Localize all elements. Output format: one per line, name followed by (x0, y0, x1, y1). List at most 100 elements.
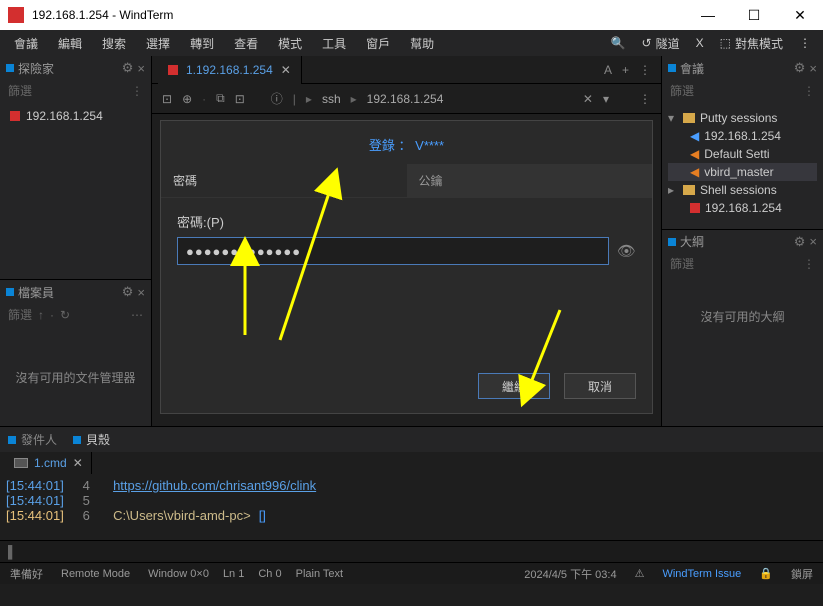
meeting-indicator-icon (668, 64, 676, 72)
location-icon: ◀ (690, 129, 699, 143)
breadcrumb-host[interactable]: 192.168.1.254 (367, 92, 444, 106)
status-ready: 準備好 (10, 566, 43, 582)
filemgr-close-icon[interactable]: × (137, 285, 145, 300)
status-window[interactable]: Window 0×0 (148, 568, 209, 580)
terminal-output[interactable]: [15:44:01]4 https://github.com/chrisant9… (0, 474, 823, 540)
tree-item-3[interactable]: ◀vbird_master (668, 163, 817, 181)
minimize-button[interactable]: — (685, 0, 731, 30)
menu-mode[interactable]: 模式 (270, 33, 310, 54)
filemgr-indicator-icon (6, 288, 14, 296)
status-lock-text[interactable]: 鎖屏 (791, 566, 813, 582)
menu-goto[interactable]: 轉到 (182, 33, 222, 54)
continue-button[interactable]: 繼續 (478, 373, 550, 399)
tree-folder-shell[interactable]: ▸Shell sessions (668, 181, 817, 199)
meeting-close-icon[interactable]: × (809, 61, 817, 76)
explorer-session-item[interactable]: 192.168.1.254 (0, 105, 151, 127)
close-button[interactable]: ✕ (777, 0, 823, 30)
tree-item-1[interactable]: ◀192.168.1.254 (668, 127, 817, 145)
session-status-icon (10, 111, 20, 121)
terminal-link[interactable]: https://github.com/chrisant996/clink (113, 478, 316, 493)
explorer-gear-icon[interactable]: ⚙ (122, 60, 134, 76)
search-icon[interactable]: 🔍 (605, 34, 632, 52)
cancel-button[interactable]: 取消 (564, 373, 636, 399)
tb-new-icon[interactable]: ⊕ (182, 92, 192, 106)
session-tab[interactable]: 1.192.168.1.254 ✕ (158, 56, 302, 84)
status-remote[interactable]: Remote Mode (61, 568, 130, 580)
outline-filter-label[interactable]: 篩選 (670, 255, 694, 272)
meeting-filter-more-icon[interactable]: ⋮ (803, 84, 815, 98)
login-dialog: 登錄 ： V**** 密碼 公鑰 密碼:(P) 👁 繼續 取消 (160, 120, 653, 414)
breadcrumb-protocol[interactable]: ssh (322, 92, 341, 106)
cmd-tab[interactable]: 1.cmd ✕ (6, 452, 92, 474)
meeting-filter-label[interactable]: 篩選 (670, 82, 694, 99)
filemgr-gear-icon[interactable]: ⚙ (122, 284, 134, 300)
filemgr-more-icon[interactable]: ⋯ (131, 308, 143, 322)
password-input[interactable] (177, 237, 609, 265)
meeting-title: 會議 (680, 60, 704, 77)
tree-item-4[interactable]: 192.168.1.254 (668, 199, 817, 217)
tb-more-icon[interactable]: ⋮ (639, 92, 651, 106)
explorer-close-icon[interactable]: × (137, 61, 145, 76)
menu-more-icon[interactable]: ⋮ (793, 34, 817, 52)
left-sidebar: 探險家 ⚙ × 篩選 ⋮ 192.168.1.254 檔案員 ⚙ × 篩選 (0, 56, 152, 426)
folder-icon (683, 113, 695, 123)
status-char[interactable]: Ch 0 (258, 568, 281, 580)
outline-close-icon[interactable]: × (809, 234, 817, 249)
tab-sender[interactable]: 發件人 (8, 431, 57, 448)
tab-status-icon (168, 65, 178, 75)
bottom-panel-tabs: 發件人 貝殼 (0, 426, 823, 452)
menu-edit[interactable]: 編輯 (50, 33, 90, 54)
tab-shell[interactable]: 貝殼 (73, 431, 110, 448)
menu-select[interactable]: 選擇 (138, 33, 178, 54)
tb-icon-1[interactable]: ⊡ (162, 92, 172, 106)
location-icon: ◀ (690, 147, 699, 161)
tb-clear-icon[interactable]: ✕ (583, 92, 593, 106)
filemgr-refresh-icon[interactable]: ↻ (60, 308, 70, 322)
status-issue-link[interactable]: WindTerm Issue (662, 568, 741, 580)
status-mode[interactable]: Plain Text (296, 568, 344, 580)
explorer-title: 探險家 (18, 60, 54, 77)
menu-search[interactable]: 搜索 (94, 33, 134, 54)
panel-handle-icon: ▌ (8, 545, 17, 559)
right-sidebar: 會議 ⚙ × 篩選 ⋮ ▾Putty sessions ◀192.168.1.2… (661, 56, 823, 426)
menu-tools[interactable]: 工具 (314, 33, 354, 54)
dialog-tab-pubkey[interactable]: 公鑰 (407, 164, 653, 197)
tab-close-icon[interactable]: ✕ (281, 63, 291, 77)
filemgr-up-icon[interactable]: ↑ (38, 308, 44, 322)
tunnel-button[interactable]: ↺隧道 (636, 33, 686, 54)
status-bar: 準備好 Remote Mode Window 0×0 Ln 1 Ch 0 Pla… (0, 562, 823, 584)
tb-dropdown-icon[interactable]: ▾ (603, 92, 609, 106)
tree-folder-putty[interactable]: ▾Putty sessions (668, 109, 817, 127)
maximize-button[interactable]: ☐ (731, 0, 777, 30)
x-button[interactable]: X (690, 34, 710, 52)
outline-gear-icon[interactable]: ⚙ (794, 234, 806, 250)
menu-window[interactable]: 窗戶 (358, 33, 398, 54)
menu-help[interactable]: 幫助 (402, 33, 442, 54)
meeting-gear-icon[interactable]: ⚙ (794, 60, 806, 76)
dialog-tab-password[interactable]: 密碼 (161, 164, 407, 197)
tab-plus-icon[interactable]: + (622, 63, 629, 77)
explorer-filter-label[interactable]: 篩選 (8, 82, 32, 99)
tb-icon-4[interactable]: ⊡ (235, 92, 245, 106)
filemgr-header: 檔案員 ⚙ × (0, 280, 151, 304)
lock-icon[interactable]: 🔒 (759, 567, 773, 580)
tab-menu-icon[interactable]: ⋮ (639, 63, 651, 77)
session-toolbar: ⊡ ⊕ · ⧉ ⊡ ⓘ | ▸ ssh ▸ 192.168.1.254 ✕ ▾ … (152, 84, 661, 114)
outline-filter-more-icon[interactable]: ⋮ (803, 257, 815, 271)
panel-divider[interactable]: ▌ (0, 540, 823, 562)
menu-meeting[interactable]: 會議 (6, 33, 46, 54)
explorer-filter-more-icon[interactable]: ⋮ (131, 84, 143, 98)
filemgr-filter-label[interactable]: 篩選 (8, 306, 32, 323)
status-line[interactable]: Ln 1 (223, 568, 244, 580)
tab-a-icon[interactable]: A (604, 63, 612, 77)
filemgr-empty-text: 沒有可用的文件管理器 (0, 329, 151, 426)
tree-item-2[interactable]: ◀Default Setti (668, 145, 817, 163)
tb-copy-icon[interactable]: ⧉ (216, 91, 225, 106)
focus-mode-button[interactable]: ⬚對焦模式 (714, 33, 789, 54)
toggle-password-icon[interactable]: 👁 (617, 242, 636, 260)
status-warn-icon[interactable]: ⚠ (635, 567, 645, 580)
tb-info-icon[interactable]: ⓘ (271, 90, 283, 107)
session-status-icon (690, 203, 700, 213)
menu-view[interactable]: 查看 (226, 33, 266, 54)
cmd-tab-close-icon[interactable]: ✕ (73, 456, 83, 470)
